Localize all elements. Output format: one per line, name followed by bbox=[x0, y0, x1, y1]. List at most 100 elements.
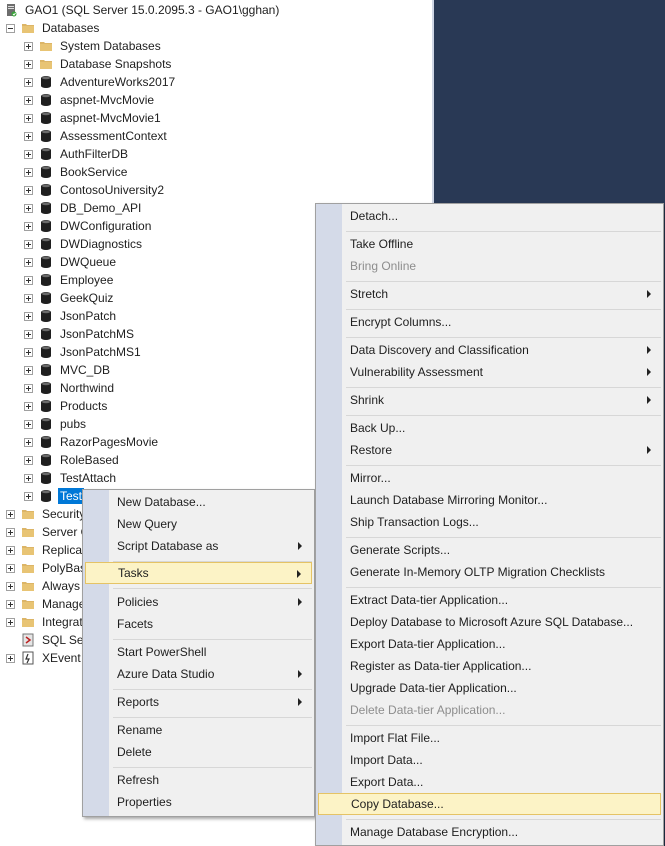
menu-item[interactable]: Manage Database Encryption... bbox=[318, 821, 661, 843]
server-object-label[interactable]: Replicat bbox=[40, 542, 87, 558]
tree-node-database[interactable]: MVC_DB bbox=[24, 361, 112, 379]
expand-icon[interactable] bbox=[6, 599, 15, 609]
expand-icon[interactable] bbox=[6, 545, 15, 555]
tree-node-server[interactable]: GAO1 (SQL Server 15.0.2095.3 - GAO1\ggha… bbox=[4, 1, 281, 19]
tree-node-database[interactable]: JsonPatchMS1 bbox=[24, 343, 143, 361]
database-label[interactable]: JsonPatchMS bbox=[58, 326, 136, 342]
tree-node-server-object[interactable]: Security bbox=[6, 505, 87, 523]
collapse-icon[interactable] bbox=[6, 23, 15, 33]
selected-database-label[interactable]: Test bbox=[58, 488, 85, 504]
server-object-label[interactable]: Manage bbox=[40, 596, 87, 612]
expand-icon[interactable] bbox=[24, 401, 33, 411]
tree-node-database[interactable]: GeekQuiz bbox=[24, 289, 115, 307]
expand-icon[interactable] bbox=[24, 221, 33, 231]
database-label[interactable]: RoleBased bbox=[58, 452, 121, 468]
menu-item[interactable]: Import Data... bbox=[318, 749, 661, 771]
menu-item[interactable]: Restore bbox=[318, 439, 661, 461]
tree-node-selected-database[interactable]: Test bbox=[24, 487, 85, 505]
tree-node-database[interactable]: TestAttach bbox=[24, 469, 118, 487]
menu-item[interactable]: New Database... bbox=[85, 491, 312, 513]
database-label[interactable]: DWDiagnostics bbox=[58, 236, 144, 252]
expand-icon[interactable] bbox=[24, 293, 33, 303]
database-label[interactable]: AssessmentContext bbox=[58, 128, 169, 144]
menu-item[interactable]: Policies bbox=[85, 591, 312, 613]
menu-item[interactable]: Facets bbox=[85, 613, 312, 635]
tree-node-database[interactable]: BookService bbox=[24, 163, 129, 181]
menu-item[interactable]: Rename bbox=[85, 719, 312, 741]
tree-node-system-databases[interactable]: System Databases bbox=[24, 37, 163, 55]
tree-node-database-snapshots[interactable]: Database Snapshots bbox=[24, 55, 173, 73]
database-label[interactable]: DB_Demo_API bbox=[58, 200, 143, 216]
expand-icon[interactable] bbox=[24, 347, 33, 357]
tree-node-database[interactable]: DWConfiguration bbox=[24, 217, 153, 235]
menu-item[interactable]: Copy Database... bbox=[318, 793, 661, 815]
tree-node-database[interactable]: Products bbox=[24, 397, 109, 415]
tree-node-database[interactable]: DWDiagnostics bbox=[24, 235, 144, 253]
database-label[interactable]: DWQueue bbox=[58, 254, 118, 270]
menu-item[interactable]: Vulnerability Assessment bbox=[318, 361, 661, 383]
tree-node-database[interactable]: aspnet-MvcMovie bbox=[24, 91, 156, 109]
database-snapshots-label[interactable]: Database Snapshots bbox=[58, 56, 173, 72]
tree-node-database[interactable]: RazorPagesMovie bbox=[24, 433, 160, 451]
menu-item[interactable]: Reports bbox=[85, 691, 312, 713]
menu-item[interactable]: Generate In-Memory OLTP Migration Checkl… bbox=[318, 561, 661, 583]
menu-item[interactable]: Start PowerShell bbox=[85, 641, 312, 663]
menu-item[interactable]: Import Flat File... bbox=[318, 727, 661, 749]
expand-icon[interactable] bbox=[6, 527, 15, 537]
databases-label[interactable]: Databases bbox=[40, 20, 101, 36]
menu-item[interactable]: Tasks bbox=[85, 562, 312, 584]
menu-item[interactable]: Register as Data-tier Application... bbox=[318, 655, 661, 677]
menu-item[interactable]: Data Discovery and Classification bbox=[318, 339, 661, 361]
expand-icon[interactable] bbox=[6, 563, 15, 573]
expand-icon[interactable] bbox=[6, 617, 15, 627]
expand-icon[interactable] bbox=[24, 311, 33, 321]
tree-node-database[interactable]: pubs bbox=[24, 415, 88, 433]
expand-icon[interactable] bbox=[24, 437, 33, 447]
expand-icon[interactable] bbox=[24, 455, 33, 465]
server-object-label[interactable]: PolyBas bbox=[40, 560, 88, 576]
menu-item[interactable]: New Query bbox=[85, 513, 312, 535]
expand-icon[interactable] bbox=[24, 383, 33, 393]
expand-icon[interactable] bbox=[24, 95, 33, 105]
expand-icon[interactable] bbox=[24, 329, 33, 339]
expand-icon[interactable] bbox=[24, 419, 33, 429]
database-label[interactable]: Northwind bbox=[58, 380, 116, 396]
database-label[interactable]: Products bbox=[58, 398, 109, 414]
expand-icon[interactable] bbox=[24, 473, 33, 483]
tree-node-database[interactable]: Northwind bbox=[24, 379, 116, 397]
expand-icon[interactable] bbox=[6, 653, 15, 663]
tree-node-server-object[interactable]: PolyBas bbox=[6, 559, 88, 577]
expand-icon[interactable] bbox=[24, 77, 33, 87]
database-label[interactable]: MVC_DB bbox=[58, 362, 112, 378]
server-object-label[interactable]: Always bbox=[40, 578, 82, 594]
menu-item[interactable]: Mirror... bbox=[318, 467, 661, 489]
tree-node-server-object[interactable]: XEvent bbox=[6, 649, 83, 667]
tree-node-database[interactable]: AdventureWorks2017 bbox=[24, 73, 177, 91]
tree-node-database[interactable]: DB_Demo_API bbox=[24, 199, 143, 217]
database-label[interactable]: RazorPagesMovie bbox=[58, 434, 160, 450]
tree-node-database[interactable]: AssessmentContext bbox=[24, 127, 169, 145]
menu-item[interactable]: Upgrade Data-tier Application... bbox=[318, 677, 661, 699]
tree-node-server-object[interactable]: Always bbox=[6, 577, 82, 595]
menu-item[interactable]: Stretch bbox=[318, 283, 661, 305]
tree-node-server-object[interactable]: SQL Ser bbox=[6, 631, 90, 649]
menu-item[interactable]: Deploy Database to Microsoft Azure SQL D… bbox=[318, 611, 661, 633]
tree-node-database[interactable]: RoleBased bbox=[24, 451, 121, 469]
tree-node-database[interactable]: JsonPatchMS bbox=[24, 325, 136, 343]
expand-icon[interactable] bbox=[24, 203, 33, 213]
database-label[interactable]: aspnet-MvcMovie bbox=[58, 92, 156, 108]
menu-item[interactable]: Launch Database Mirroring Monitor... bbox=[318, 489, 661, 511]
tree-node-server-object[interactable]: Manage bbox=[6, 595, 87, 613]
tree-node-database[interactable]: aspnet-MvcMovie1 bbox=[24, 109, 163, 127]
server-object-label[interactable]: Integrat bbox=[40, 614, 85, 630]
menu-item[interactable]: Ship Transaction Logs... bbox=[318, 511, 661, 533]
expand-icon[interactable] bbox=[24, 239, 33, 249]
menu-item[interactable]: Detach... bbox=[318, 205, 661, 227]
expand-icon[interactable] bbox=[24, 275, 33, 285]
tree-node-database[interactable]: ContosoUniversity2 bbox=[24, 181, 166, 199]
expand-icon[interactable] bbox=[24, 365, 33, 375]
expand-icon[interactable] bbox=[24, 131, 33, 141]
server-label[interactable]: GAO1 (SQL Server 15.0.2095.3 - GAO1\ggha… bbox=[23, 2, 281, 18]
tree-node-database[interactable]: Employee bbox=[24, 271, 115, 289]
database-label[interactable]: BookService bbox=[58, 164, 129, 180]
